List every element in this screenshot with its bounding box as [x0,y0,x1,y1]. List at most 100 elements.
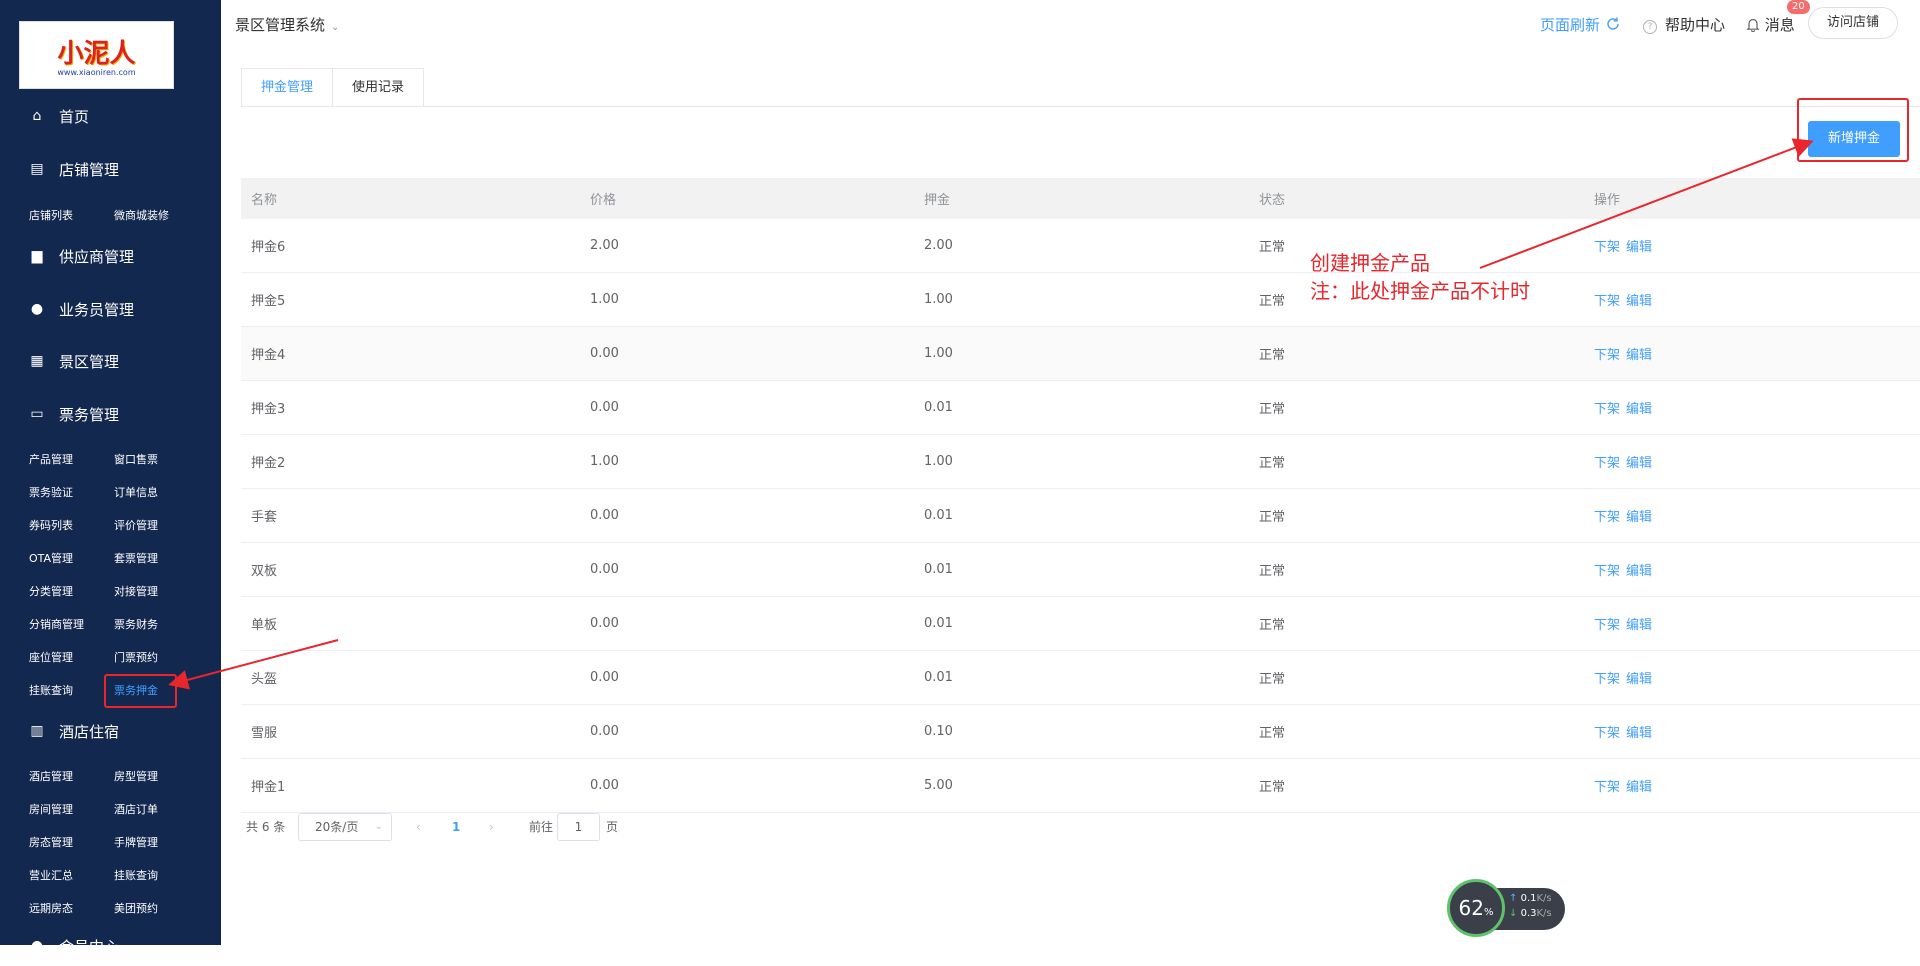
table-cell: 0.00 [590,670,619,685]
sidebar-item-ticket_sub-3[interactable]: 订单信息 [114,484,158,500]
sidebar-item-ticket_sub-0[interactable]: 产品管理 [29,451,73,467]
table-cell: 押金4 [251,348,286,363]
delist-button[interactable]: 下架 [1594,722,1620,741]
col-deposit: 押金 [924,193,951,208]
sidebar-item-store_sub-0[interactable]: 店铺列表 [29,207,73,223]
table-cell: 1.00 [590,292,619,307]
tab-deposit-management[interactable]: 押金管理 [241,68,333,107]
sidebar-item-ticket_sub-2[interactable]: 票务验证 [29,484,73,500]
edit-button[interactable]: 编辑 [1626,506,1652,525]
table-cell: 正常 [1259,294,1286,309]
page-refresh-button[interactable]: 页面刷新 [1540,14,1621,35]
sidebar-item-ticket_sub-6[interactable]: OTA管理 [29,550,73,566]
table-cell: 0.00 [590,616,619,631]
sidebar-item-hotel_sub-4[interactable]: 房态管理 [29,834,73,850]
help-center-button[interactable]: ? 帮助中心 [1643,14,1725,35]
network-speed-widget[interactable]: ↑ 0.1K/s ↓ 0.3K/s 62% [1447,879,1567,939]
sidebar-group-7[interactable]: ● 会员中心 [0,926,221,966]
delist-button[interactable]: 下架 [1594,506,1620,525]
sidebar-group-label: 票务管理 [59,405,120,424]
sidebar-item-hotel_sub-0[interactable]: 酒店管理 [29,768,73,784]
goto-page-input[interactable]: 1 [557,813,600,841]
sidebar-item-hotel_sub-9[interactable]: 美团预约 [114,900,158,916]
prev-page-button[interactable]: ‹ [416,813,421,841]
sidebar-group-0[interactable]: ⌂ 首页 [0,96,221,136]
sidebar-item-ticket_sub-7[interactable]: 套票管理 [114,550,158,566]
help-center-label: 帮助中心 [1665,16,1726,34]
edit-button[interactable]: 编辑 [1626,776,1652,795]
sidebar-item-ticket_sub-10[interactable]: 分销商管理 [29,616,84,632]
edit-button[interactable]: 编辑 [1626,452,1652,471]
sidebar-item-ticket_sub-12[interactable]: 座位管理 [29,649,73,665]
delist-button[interactable]: 下架 [1594,290,1620,309]
delist-button[interactable]: 下架 [1594,776,1620,795]
table-cell: 正常 [1259,510,1286,525]
sidebar-group-2[interactable]: ▆ 供应商管理 [0,236,221,276]
sidebar-item-hotel_sub-8[interactable]: 远期房态 [29,900,73,916]
table-cell: 正常 [1259,780,1286,795]
delist-button[interactable]: 下架 [1594,614,1620,633]
table-row: 单板 0.00 0.01 正常 下架 编辑 [241,597,1920,651]
table-cell: 1.00 [924,454,953,469]
sidebar-item-ticket_sub-14[interactable]: 挂账查询 [29,682,73,698]
table-header: 名称 价格 押金 状态 操作 [241,178,1920,219]
edit-button[interactable]: 编辑 [1626,614,1652,633]
edit-button[interactable]: 编辑 [1626,398,1652,417]
delist-button[interactable]: 下架 [1594,668,1620,687]
col-name: 名称 [251,193,278,208]
sidebar-item-ticket_sub-5[interactable]: 评价管理 [114,517,158,533]
sidebar-group-1[interactable]: ▤ 店铺管理 [0,149,221,189]
sidebar-item-hotel_sub-6[interactable]: 营业汇总 [29,867,73,883]
edit-button[interactable]: 编辑 [1626,668,1652,687]
sidebar-group-5[interactable]: ▭ 票务管理 [0,394,221,434]
sidebar-item-ticket_sub-8[interactable]: 分类管理 [29,583,73,599]
delist-button[interactable]: 下架 [1594,236,1620,255]
table-cell: 0.00 [590,400,619,415]
table-cell: 押金2 [251,456,286,471]
next-page-button[interactable]: › [489,813,494,841]
message-button[interactable]: 消息 [1746,14,1795,35]
delist-button[interactable]: 下架 [1594,452,1620,471]
sidebar-group-6[interactable]: ▥ 酒店住宿 [0,711,221,751]
logo[interactable]: 小泥人 www.xiaoniren.com [19,21,174,89]
edit-button[interactable]: 编辑 [1626,722,1652,741]
sidebar-item-ticket_sub-11[interactable]: 票务财务 [114,616,158,632]
edit-button[interactable]: 编辑 [1626,236,1652,255]
table-cell: 0.10 [924,724,953,739]
page-number-current[interactable]: 1 [452,813,460,841]
sidebar-group-4[interactable]: ▦ 景区管理 [0,341,221,381]
delist-button[interactable]: 下架 [1594,344,1620,363]
edit-button[interactable]: 编辑 [1626,344,1652,363]
sidebar-item-hotel_sub-3[interactable]: 酒店订单 [114,801,158,817]
delist-button[interactable]: 下架 [1594,560,1620,579]
page-size-select[interactable]: 20条/页 ⌄ [298,813,392,841]
row-actions: 下架 编辑 [1594,435,1658,488]
sidebar-item-store_sub-1[interactable]: 微商城装修 [114,207,169,223]
question-icon: ? [1643,20,1657,34]
sidebar-group-label: 酒店住宿 [59,722,120,741]
edit-button[interactable]: 编辑 [1626,290,1652,309]
table-cell: 手套 [251,510,278,525]
delist-button[interactable]: 下架 [1594,398,1620,417]
sidebar-item-hotel_sub-7[interactable]: 挂账查询 [114,867,158,883]
row-actions: 下架 编辑 [1594,489,1658,542]
sidebar-group-label: 首页 [59,107,90,126]
sidebar-group-3[interactable]: ● 业务员管理 [0,289,221,329]
table-cell: 正常 [1259,618,1286,633]
sidebar-group-label: 景区管理 [59,352,120,371]
table-cell: 0.00 [590,346,619,361]
edit-button[interactable]: 编辑 [1626,560,1652,579]
member-icon: ● [30,938,44,954]
sidebar-item-hotel_sub-5[interactable]: 手牌管理 [114,834,158,850]
tab-usage-records[interactable]: 使用记录 [332,68,424,107]
row-actions: 下架 编辑 [1594,219,1658,272]
table-cell: 0.00 [590,778,619,793]
sidebar-item-hotel_sub-1[interactable]: 房型管理 [114,768,158,784]
system-title[interactable]: 景区管理系统 ⌄ [235,14,339,35]
sidebar-item-ticket_sub-9[interactable]: 对接管理 [114,583,158,599]
sidebar-item-ticket_sub-4[interactable]: 券码列表 [29,517,73,533]
sidebar-item-ticket_sub-1[interactable]: 窗口售票 [114,451,158,467]
visit-store-button[interactable]: 访问店铺 [1808,7,1898,39]
sidebar-item-hotel_sub-2[interactable]: 房间管理 [29,801,73,817]
sidebar-item-ticket_sub-13[interactable]: 门票预约 [114,649,158,665]
